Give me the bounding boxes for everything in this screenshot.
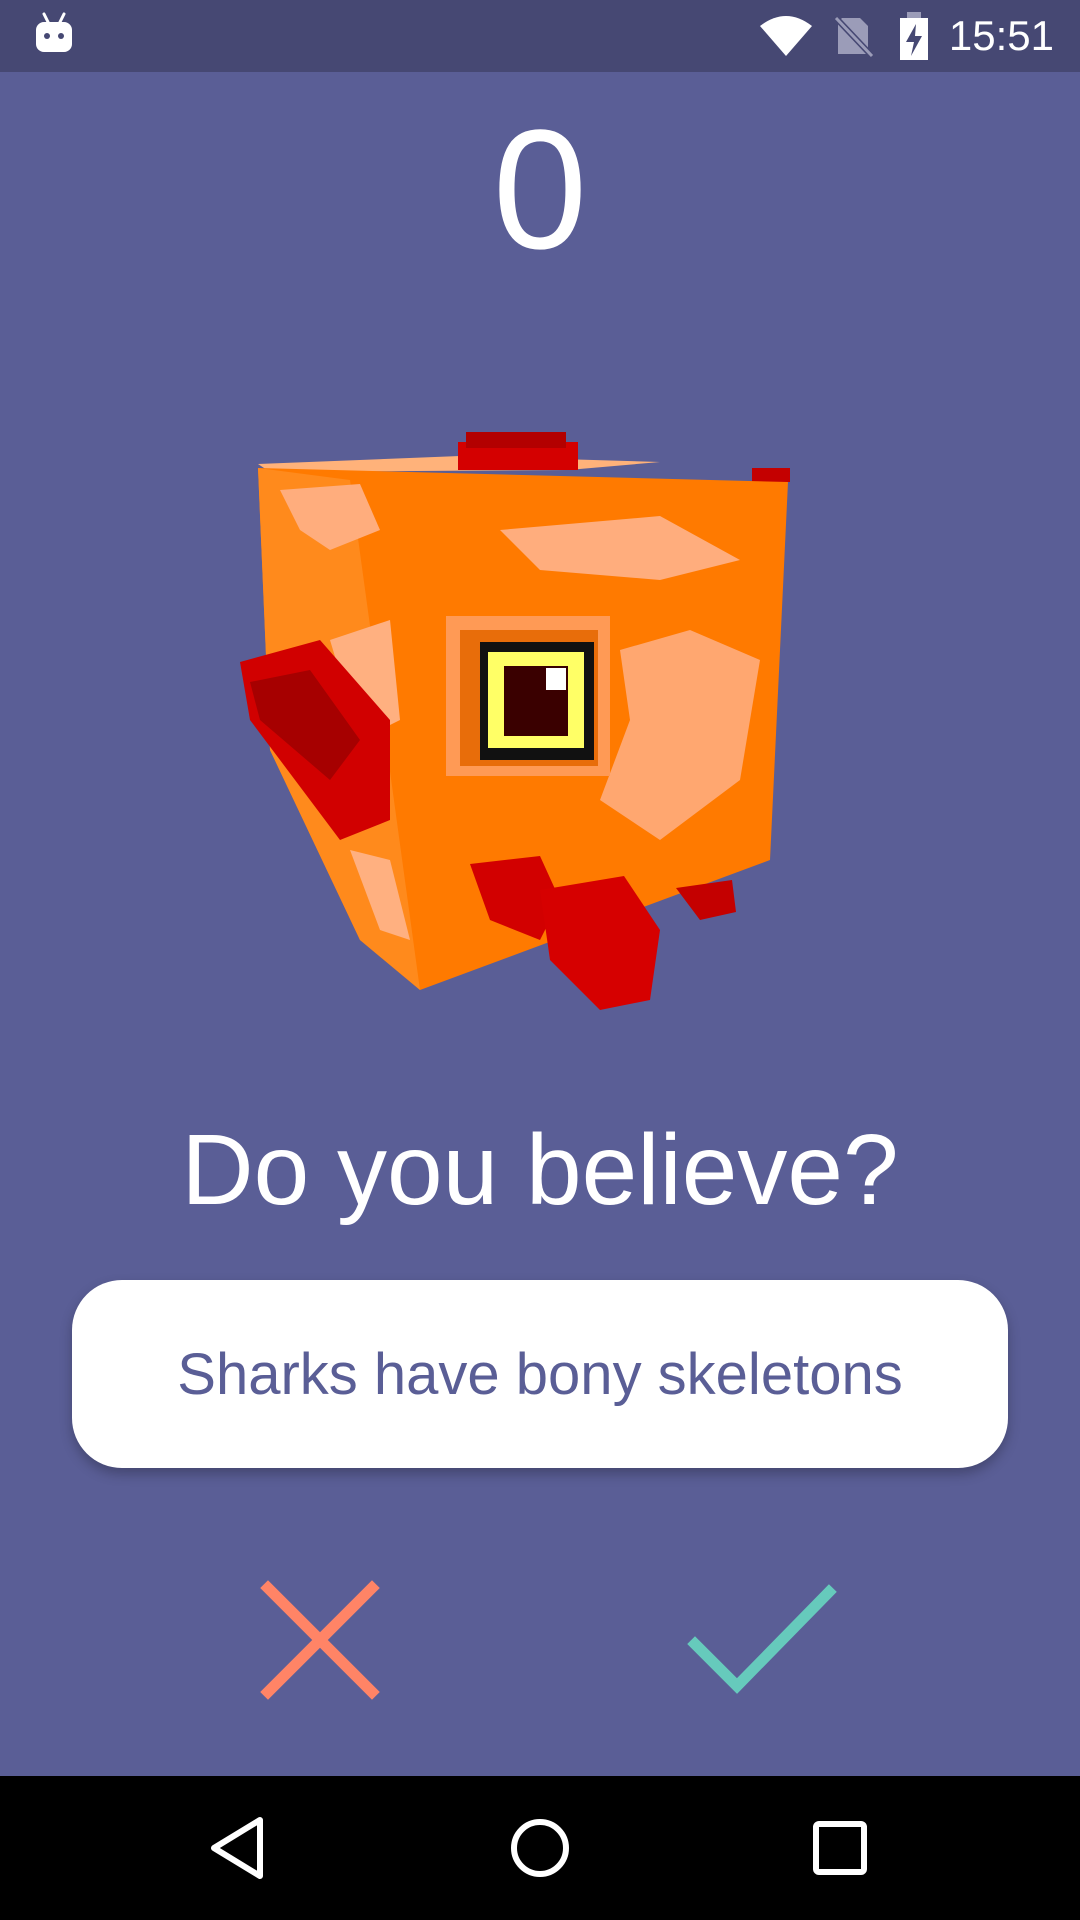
status-clock: 15:51 [948,12,1054,59]
home-icon[interactable] [500,1808,580,1888]
question-heading: Do you believe? [181,1114,899,1226]
wifi-icon [760,16,812,56]
recents-icon[interactable] [800,1808,880,1888]
statement-text: Sharks have bony skeletons [177,1341,903,1407]
statement-card: Sharks have bony skeletons [72,1280,1008,1468]
back-icon[interactable] [200,1808,280,1888]
battery-charging-icon [900,12,928,60]
x-icon [260,1580,380,1700]
score-counter: 0 [492,95,588,285]
true-button[interactable] [662,1560,862,1720]
navigation-bar [0,1776,1080,1920]
android-icon [36,12,72,52]
status-bar: 15:51 [0,0,1080,72]
fish-mascot-image [240,432,790,1010]
checkmark-icon [687,1584,837,1694]
false-button[interactable] [220,1560,420,1720]
no-sim-icon [833,15,874,58]
